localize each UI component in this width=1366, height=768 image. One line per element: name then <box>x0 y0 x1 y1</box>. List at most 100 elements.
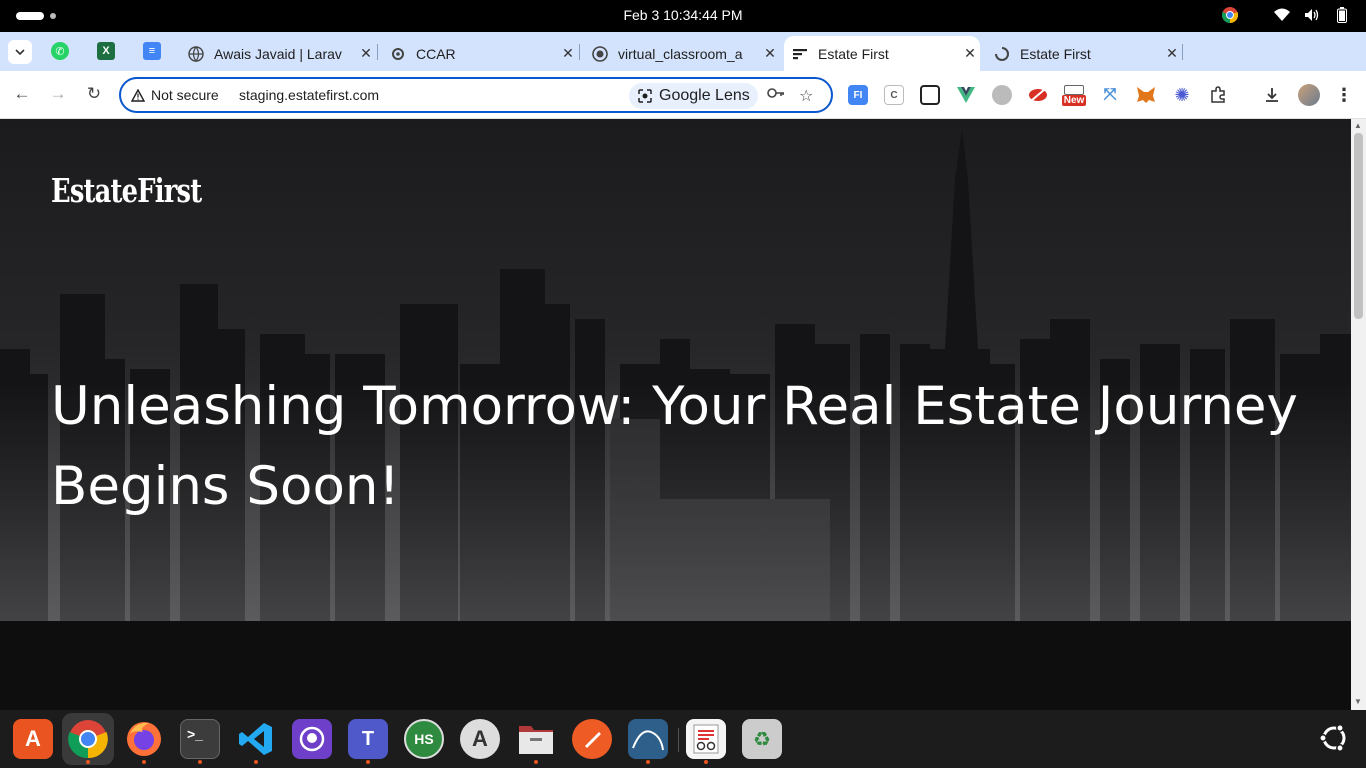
running-indicator <box>198 760 202 764</box>
postman-app-icon[interactable] <box>572 719 612 759</box>
system-tray[interactable] <box>1222 7 1350 23</box>
firefox-app-icon[interactable] <box>124 719 164 759</box>
tab-estate-first-active[interactable]: Estate First ✕ <box>784 36 980 71</box>
chrome-menu-icon[interactable]: ⋮ <box>1334 85 1354 105</box>
tab-search-button[interactable] <box>8 40 32 64</box>
hs-app-label: HS <box>414 731 434 747</box>
picture-in-picture-icon[interactable] <box>920 85 940 105</box>
tab-separator <box>1182 44 1183 60</box>
vue-devtools-icon[interactable] <box>956 85 976 105</box>
tab-strip: ✆ X ≡ Awais Javaid | Larav ✕ CCAR ✕ virt… <box>0 32 1366 95</box>
close-tab-icon[interactable]: ✕ <box>356 45 376 62</box>
document-viewer-app-icon[interactable] <box>686 719 726 759</box>
tab-estate-first[interactable]: Estate First ✕ <box>986 36 1182 71</box>
warning-icon <box>131 88 145 102</box>
show-apps-button[interactable] <box>1318 722 1350 754</box>
reload-button[interactable]: ↻ <box>84 84 104 104</box>
metamask-icon[interactable] <box>1136 85 1156 105</box>
tab-title: Estate First <box>1020 45 1091 62</box>
files-app-icon[interactable] <box>516 719 556 759</box>
extension-c-icon[interactable]: C <box>884 85 904 105</box>
teams-app-icon[interactable]: T <box>348 719 388 759</box>
url-text[interactable]: staging.estatefirst.com <box>239 87 379 103</box>
wifi-icon[interactable] <box>1274 7 1290 23</box>
tab-title: Estate First <box>818 45 889 62</box>
tab-separator <box>579 44 580 60</box>
running-indicator <box>646 760 650 764</box>
tab-title: Awais Javaid | Larav <box>214 45 342 62</box>
burst-extension-icon[interactable]: ✺ <box>1172 85 1192 105</box>
extensions-puzzle-icon[interactable] <box>1208 85 1228 105</box>
ubuntu-dock: A >_ T HS A ♻ <box>0 710 1366 768</box>
tab-separator <box>377 44 378 60</box>
tab-title: virtual_classroom_a <box>618 45 743 62</box>
back-button[interactable]: ← <box>12 84 32 104</box>
tab-title: CCAR <box>416 45 456 62</box>
hs-app-icon[interactable]: HS <box>404 719 444 759</box>
system-clock[interactable]: Feb 3 10:34:44 PM <box>0 7 1366 23</box>
github-icon <box>592 45 608 62</box>
tab-awais-javaid[interactable]: Awais Javaid | Larav ✕ <box>180 36 376 71</box>
new-badge-extension[interactable]: New <box>1060 81 1088 109</box>
app-center-icon[interactable]: A <box>13 719 53 759</box>
vscode-app-icon[interactable] <box>236 719 276 759</box>
running-indicator <box>704 760 708 764</box>
scrollbar-thumb[interactable] <box>1354 133 1363 319</box>
docs-icon: ≡ <box>148 45 156 57</box>
tab-ccar[interactable]: CCAR ✕ <box>382 36 578 71</box>
estatefirst-icon <box>792 46 808 62</box>
dock-separator <box>678 728 679 752</box>
github-desktop-app-icon[interactable] <box>292 719 332 759</box>
close-tab-icon[interactable]: ✕ <box>1162 45 1182 62</box>
volume-icon[interactable] <box>1304 7 1320 23</box>
hero-section: EstateFirst Unleashing Tomorrow: Your Re… <box>0 119 1351 621</box>
profile-avatar[interactable] <box>1298 84 1320 106</box>
arrows-extension-icon[interactable]: ⤧ <box>1100 85 1120 105</box>
web-page: EstateFirst Unleashing Tomorrow: Your Re… <box>0 119 1351 710</box>
excel-icon: X <box>102 45 110 57</box>
hidden-eye-extension-icon[interactable] <box>1028 85 1048 105</box>
password-key-icon[interactable] <box>767 86 785 104</box>
pinned-tab-whatsapp[interactable]: ✆ <box>51 42 69 60</box>
globe-icon <box>188 45 204 62</box>
loading-icon <box>994 46 1010 62</box>
page-scrollbar[interactable]: ▲ ▼ <box>1351 119 1366 710</box>
downloads-icon[interactable] <box>1262 85 1282 105</box>
scroll-down-arrow-icon[interactable]: ▼ <box>1354 697 1362 706</box>
tab-virtual-classroom[interactable]: virtual_classroom_a ✕ <box>584 36 780 71</box>
globe-extension-icon[interactable] <box>992 85 1012 105</box>
address-bar[interactable]: Not secure staging.estatefirst.com Googl… <box>119 77 833 113</box>
extension-window-icon <box>1064 84 1084 95</box>
mysql-workbench-app-icon[interactable] <box>628 719 668 759</box>
lens-label: Google Lens <box>659 87 750 104</box>
site-logo[interactable]: EstateFirst <box>51 171 202 210</box>
close-tab-icon[interactable]: ✕ <box>558 45 578 62</box>
site-info-button[interactable]: Not secure <box>131 87 219 103</box>
running-indicator <box>254 760 258 764</box>
trash-app-icon[interactable]: ♻ <box>742 719 782 759</box>
ubuntu-logo-icon <box>1319 724 1346 752</box>
running-indicator <box>142 760 146 764</box>
google-lens-button[interactable]: Google Lens <box>629 83 758 109</box>
chrome-tray-icon[interactable] <box>1222 7 1238 23</box>
pinned-tab-docs[interactable]: ≡ <box>143 42 161 60</box>
extension-fi-icon[interactable]: FI <box>848 85 868 105</box>
software-updater-app-icon[interactable]: A <box>460 719 500 759</box>
pinned-tab-excel[interactable]: X <box>97 42 115 60</box>
browser-toolbar: ← → ↻ Not secure staging.estatefirst.com… <box>0 71 1366 119</box>
hero-headline: Unleashing Tomorrow: Your Real Estate Jo… <box>51 376 1298 517</box>
forward-button[interactable]: → <box>48 84 68 104</box>
chrome-app-icon[interactable] <box>62 713 114 765</box>
bookmark-star-icon[interactable]: ☆ <box>799 86 813 106</box>
terminal-app-icon[interactable]: >_ <box>180 719 220 759</box>
close-tab-icon[interactable]: ✕ <box>760 45 780 62</box>
close-tab-icon[interactable]: ✕ <box>960 45 980 62</box>
chevron-down-icon <box>15 49 25 55</box>
system-top-bar: Feb 3 10:34:44 PM <box>0 0 1366 32</box>
running-indicator <box>534 760 538 764</box>
battery-icon[interactable] <box>1334 7 1350 23</box>
scroll-up-arrow-icon[interactable]: ▲ <box>1354 121 1362 130</box>
new-badge: New <box>1061 94 1087 106</box>
chat-icon <box>390 46 406 62</box>
running-indicator <box>366 760 370 764</box>
